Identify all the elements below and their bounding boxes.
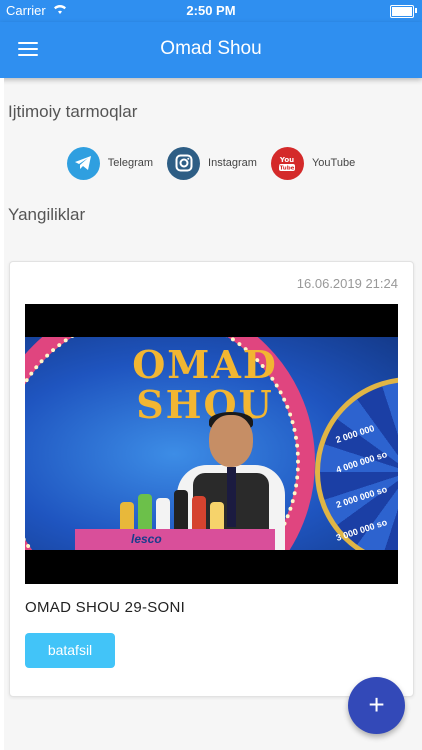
svg-text:Tube: Tube — [280, 166, 295, 172]
svg-text:You: You — [279, 156, 294, 164]
news-section-title: Yangiliklar — [8, 205, 86, 224]
product-bottles — [120, 487, 230, 532]
social-links: Telegram Instagram You Tube YouTube — [0, 145, 422, 181]
post-date: 16.06.2019 21:24 — [296, 276, 398, 291]
thumbnail-scene: OMAD SHOU 2 000 000 4 000 000 so 2 000 0… — [25, 337, 398, 550]
social-link-telegram[interactable]: Telegram — [66, 146, 154, 180]
brand-label: lesco — [131, 532, 162, 546]
video-thumbnail[interactable]: OMAD SHOU 2 000 000 4 000 000 so 2 000 0… — [25, 304, 398, 584]
battery-tip — [415, 8, 417, 13]
news-card[interactable]: 16.06.2019 21:24 OMAD SHOU 2 000 000 4 0… — [9, 261, 414, 697]
add-fab-button[interactable]: + — [348, 677, 405, 734]
studio-desk: lesco — [75, 529, 275, 550]
instagram-label: Instagram — [208, 157, 257, 169]
plus-icon: + — [368, 689, 385, 720]
details-button[interactable]: batafsil — [25, 633, 115, 668]
telegram-icon — [66, 146, 100, 180]
app-bar: Omad Shou — [0, 22, 422, 78]
post-title: OMAD SHOU 29-SONI — [25, 599, 186, 616]
app-title: Omad Shou — [160, 38, 262, 59]
clock: 2:50 PM — [186, 3, 236, 18]
social-link-instagram[interactable]: Instagram — [167, 146, 257, 180]
social-link-youtube[interactable]: You Tube YouTube — [270, 146, 356, 180]
status-bar: Carrier 2:50 PM — [0, 0, 422, 22]
youtube-icon: You Tube — [270, 146, 304, 180]
instagram-icon — [167, 146, 201, 180]
telegram-label: Telegram — [107, 157, 154, 169]
youtube-label: YouTube — [311, 157, 356, 169]
stage-logo: OMAD SHOU — [132, 342, 278, 427]
battery-icon — [390, 5, 414, 18]
social-section-title: Ijtimoiy tarmoqlar — [8, 102, 138, 121]
